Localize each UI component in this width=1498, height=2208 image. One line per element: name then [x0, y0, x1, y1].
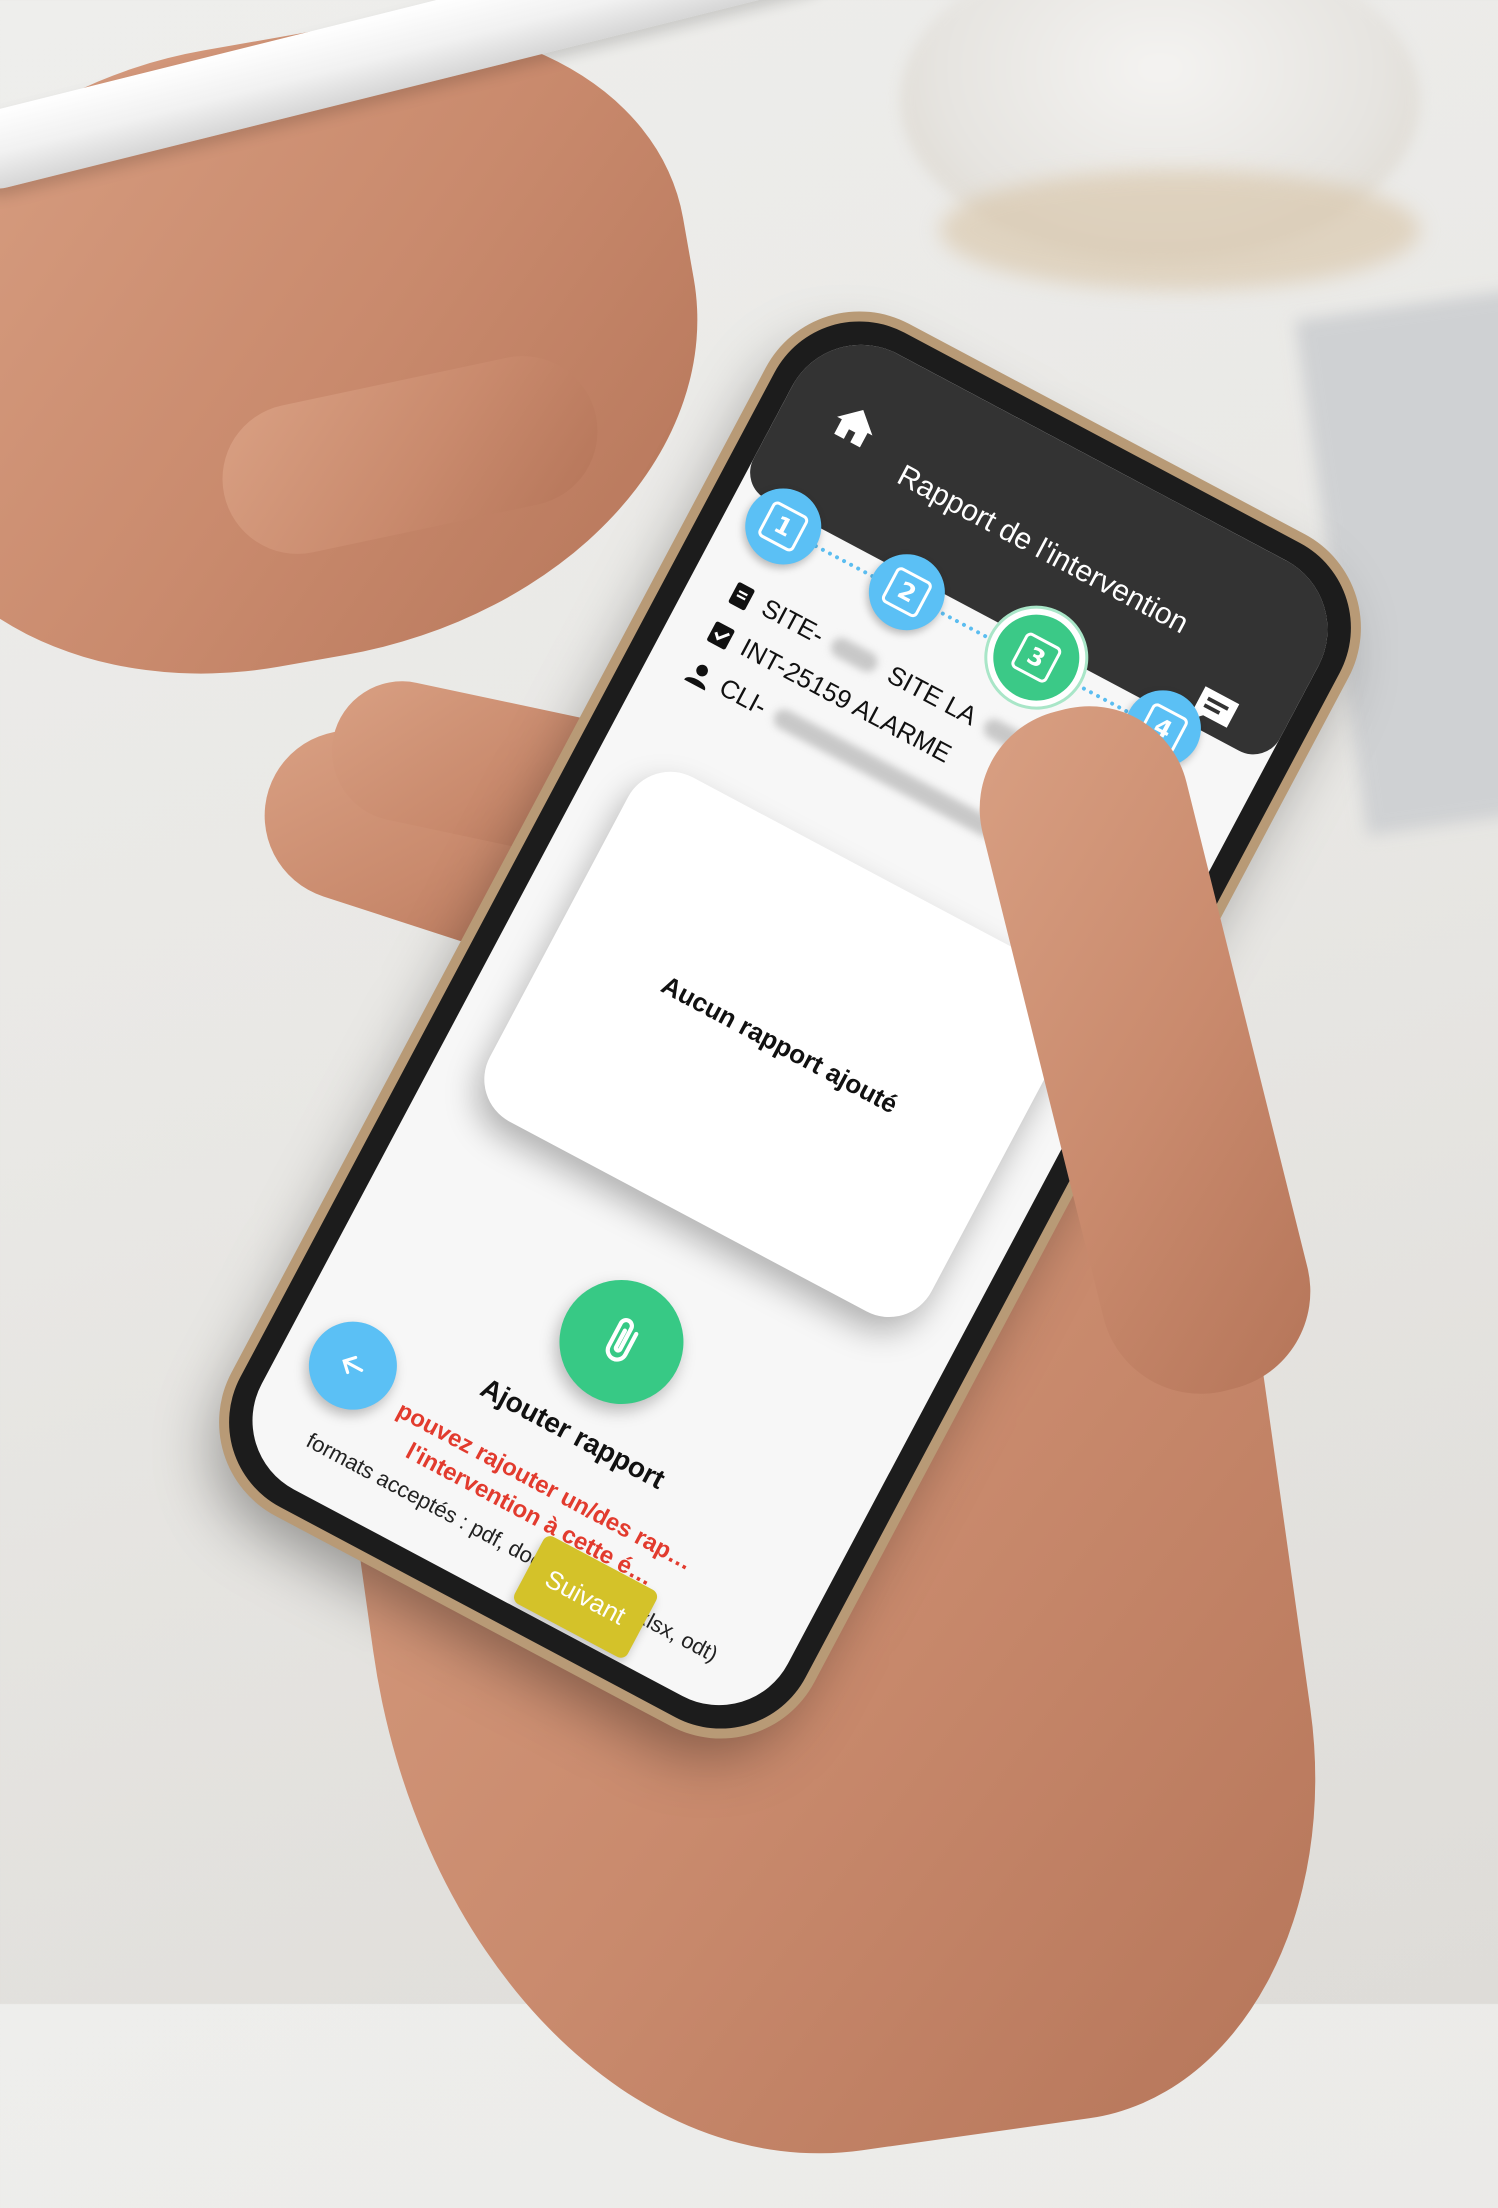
step-number: 1 [756, 499, 811, 554]
step-2[interactable]: 2 [855, 540, 959, 644]
redacted-text [828, 634, 882, 676]
user-icon [684, 664, 709, 691]
step-number: 3 [1009, 630, 1064, 685]
paperclip-icon [605, 1318, 639, 1362]
clipboard-icon [728, 581, 755, 610]
background-coaster [940, 170, 1420, 290]
empty-report-message: Aucun rapport ajouté [656, 969, 904, 1119]
check-clipboard-icon [707, 621, 735, 649]
background-laptop [1295, 284, 1498, 836]
step-number: 2 [879, 565, 934, 620]
client-code: CLI- [714, 671, 772, 722]
arrow-left-icon [342, 1355, 364, 1375]
step-1[interactable]: 1 [731, 475, 835, 578]
add-report-button[interactable] [537, 1258, 706, 1426]
